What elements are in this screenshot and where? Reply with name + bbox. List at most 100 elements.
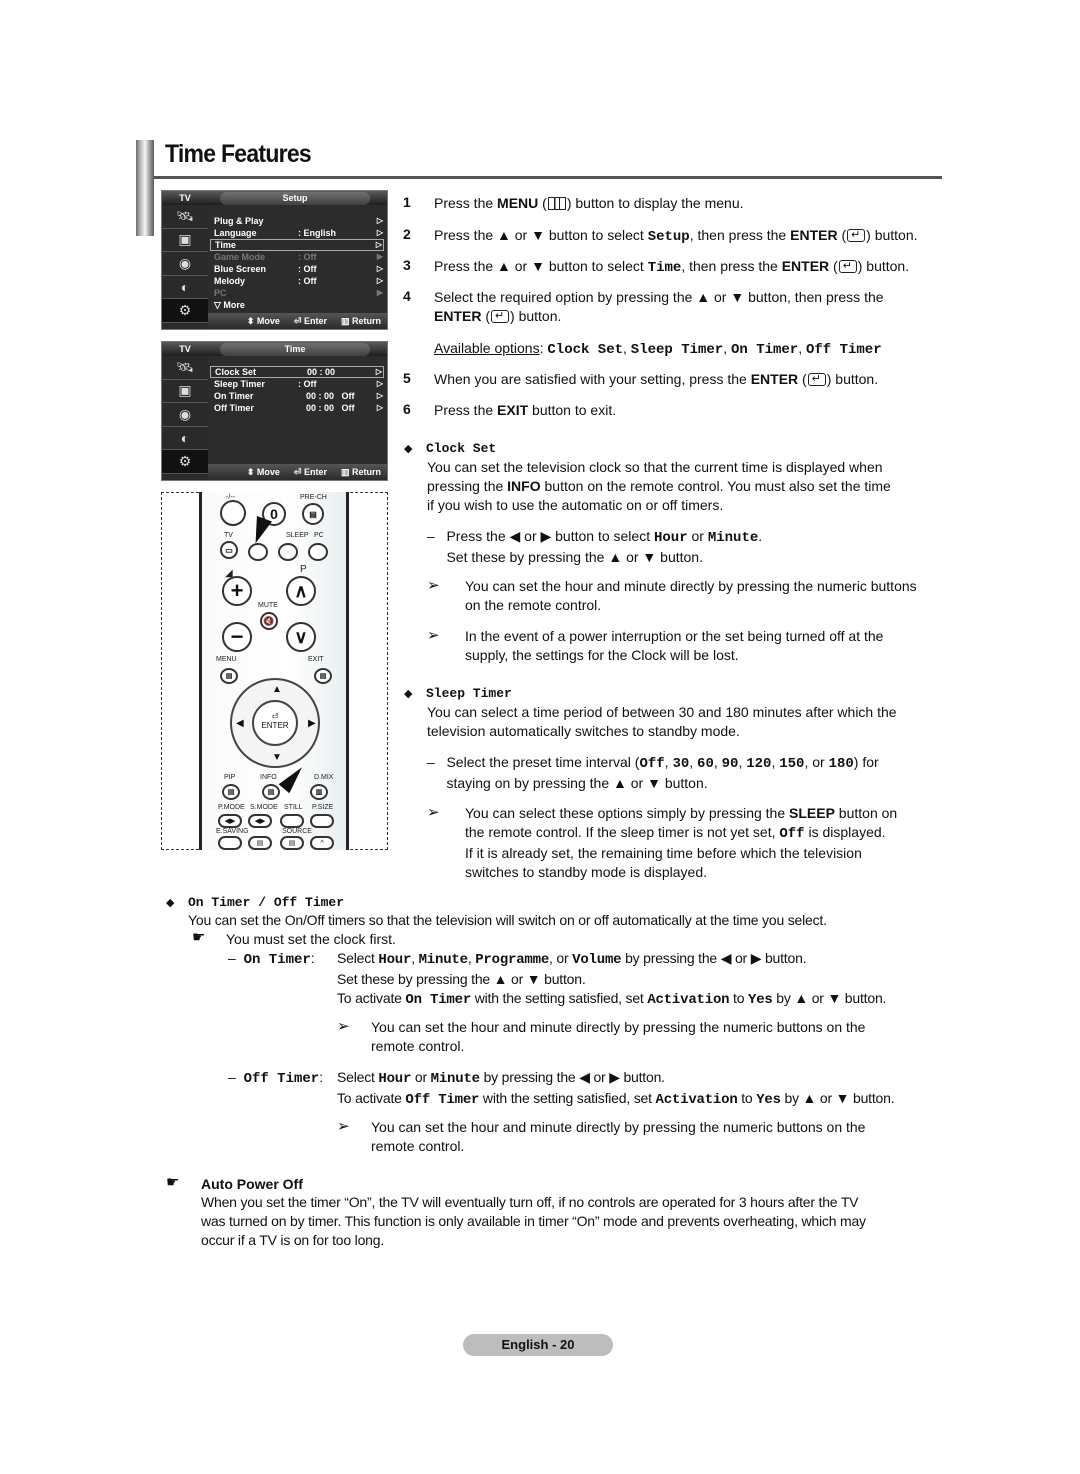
osd-tv-label: TV (179, 344, 191, 354)
info-button[interactable]: ▤ (262, 784, 280, 800)
on-off-timer-description: You can set the On/Off timers so that th… (188, 912, 827, 928)
picture-menu-icon[interactable]: 🛰 (162, 356, 208, 380)
osd-row-on-timer[interactable]: On Timer 00 : 00 Off ▷ (210, 390, 384, 402)
remote-body: -/-- 0 PRE-CH ▤ TV SLEEP PC ▭ ◢ P + ∧ MU… (199, 492, 349, 850)
sr-button[interactable] (248, 543, 268, 561)
p-size-button[interactable] (310, 814, 334, 828)
osd-row-time[interactable]: Time ▷ (210, 239, 384, 251)
available-options: Available options: Clock Set, Sleep Time… (434, 340, 882, 358)
osd-row-language[interactable]: Language: English ▷ (210, 227, 384, 239)
triangle-right-icon: ▶ (376, 252, 383, 261)
osd-row-melody[interactable]: Melody: Off ▷ (210, 275, 384, 287)
auto-power-off-description: When you set the timer “On”, the TV will… (201, 1194, 866, 1248)
up-arrow-button[interactable]: ▲ (272, 684, 282, 695)
clock-set-heading: ◆ Clock Set (404, 441, 497, 456)
osd-row-more[interactable]: ▽ More (210, 299, 384, 311)
navigation-pad: ▲ ▼ ◀ ▶ ⏎ ENTER (230, 678, 320, 768)
move-hint: ⬍ Move (246, 466, 280, 477)
triangle-right-icon: ▷ (376, 228, 383, 237)
channel-menu-icon[interactable]: ◉ (162, 252, 208, 276)
clock-set-note-1: You can set the hour and minute directly… (465, 578, 917, 613)
triangle-right-icon: ▷ (376, 403, 383, 412)
p-mode-button[interactable]: ◀▶ (218, 814, 242, 828)
setup-gear-icon[interactable]: ⚙ (162, 299, 208, 323)
osd-setup-menu: TV Setup 🛰 ▣ ◉ ◐ ⚙ Plug & Play ▷ Language… (161, 190, 388, 330)
enter-hint: ⏎ Enter (293, 466, 327, 477)
pointing-hand-icon: ☛ (166, 1174, 180, 1191)
return-hint: ▥ Return (340, 466, 381, 477)
off-timer-label: – Off Timer: (228, 1069, 324, 1087)
pc-button[interactable] (308, 543, 328, 561)
auto-power-off-heading: Auto Power Off (201, 1176, 303, 1192)
diamond-bullet-icon: ◆ (166, 897, 175, 909)
enter-button[interactable]: ⏎ ENTER (252, 700, 298, 746)
still-button[interactable] (280, 814, 304, 828)
osd-list: Clock Set 00 : 00 ▷ Sleep Timer: Off ▷ On T… (208, 356, 387, 464)
osd-menu-name: Setup (220, 192, 370, 205)
exit-button[interactable]: ▤ (314, 668, 332, 684)
enter-hint: ⏎ Enter (293, 315, 327, 326)
osd-footer: ⬍ Move ⏎ Enter ▥ Return (208, 313, 387, 329)
caret-button[interactable]: ^ (310, 836, 334, 850)
tv-button[interactable]: ▭ (220, 541, 238, 559)
sleep-button[interactable] (278, 543, 298, 561)
clock-set-instruction: – Press the ◀ or ▶ button to select Hour… (427, 528, 763, 565)
triangle-right-icon: ▷ (376, 379, 383, 388)
sleep-timer-note: You can select these options simply by p… (465, 805, 898, 880)
setup-gear-icon[interactable]: ⚙ (162, 450, 208, 474)
menu-button[interactable]: ▤ (220, 668, 238, 684)
menu-icon (547, 197, 566, 210)
note-arrow-icon: ➢ (427, 577, 440, 594)
volume-down-button[interactable]: − (222, 622, 252, 652)
picture-menu-icon[interactable]: 🛰 (162, 205, 208, 229)
pre-ch-button[interactable]: ▤ (302, 503, 324, 525)
s-mode-button[interactable]: ◀▶ (248, 814, 272, 828)
left-arrow-button[interactable]: ◀ (236, 718, 244, 729)
sound-menu-icon[interactable]: ▣ (162, 380, 208, 403)
osd-time-menu: TV Time 🛰 ▣ ◉ ◐ ⚙ Clock Set 00 : 00 ▷ Slee… (161, 341, 388, 481)
osd-row-plug-play[interactable]: Plug & Play ▷ (210, 215, 384, 227)
sound-menu-icon[interactable]: ▣ (162, 229, 208, 252)
note-arrow-icon: ➢ (337, 1118, 350, 1135)
osd-row-clock-set[interactable]: Clock Set 00 : 00 ▷ (210, 366, 384, 378)
triangle-right-icon: ▷ (376, 276, 383, 285)
down-arrow-button[interactable]: ▼ (272, 752, 282, 763)
volume-up-button[interactable]: + (222, 576, 252, 606)
enter-icon: ⏎ (271, 712, 279, 721)
osd-menu-name: Time (220, 343, 370, 356)
channel-menu-icon[interactable]: ◉ (162, 403, 208, 427)
osd-row-pc: PC ▶ (214, 288, 383, 298)
triangle-right-icon: ▷ (376, 391, 383, 400)
enter-icon (847, 226, 866, 245)
sleep-timer-description: You can select a time period of between … (427, 704, 897, 739)
clock-set-note-2: In the event of a power interruption or … (465, 628, 884, 663)
remote-illustration: -/-- 0 PRE-CH ▤ TV SLEEP PC ▭ ◢ P + ∧ MU… (161, 492, 388, 850)
triangle-right-icon: ▷ (376, 216, 383, 225)
on-off-timer-heading: ◆ On Timer / Off Timer (166, 895, 345, 910)
enter-icon (807, 370, 826, 389)
osd-header: TV Setup (162, 191, 387, 205)
channel-down-button[interactable]: ∨ (286, 622, 316, 652)
osd-header: TV Time (162, 342, 387, 356)
dash-button[interactable] (220, 500, 246, 526)
pip-button[interactable]: ▤ (222, 784, 240, 800)
off-timer-instructions: Select Hour or Minute by pressing the ◀ … (337, 1069, 895, 1108)
ttx-button[interactable]: ▤ (248, 836, 272, 850)
triangle-right-icon: ▷ (375, 367, 382, 376)
dmix-button[interactable]: ▥ (310, 784, 328, 800)
source-button[interactable]: ▤ (280, 836, 304, 850)
mute-button[interactable]: 🔇 (260, 612, 278, 630)
dish-menu-icon[interactable]: ◐ (162, 276, 208, 299)
dish-menu-icon[interactable]: ◐ (162, 427, 208, 450)
enter-icon (838, 257, 857, 276)
note-arrow-icon: ➢ (427, 804, 440, 821)
channel-up-button[interactable]: ∧ (286, 576, 316, 606)
off-timer-note: You can set the hour and minute directly… (371, 1119, 866, 1154)
osd-row-blue-screen[interactable]: Blue Screen: Off ▷ (210, 263, 384, 275)
osd-row-game-mode: Game Mode: Off ▶ (214, 252, 383, 262)
right-arrow-button[interactable]: ▶ (308, 718, 316, 729)
osd-row-sleep-timer[interactable]: Sleep Timer: Off ▷ (210, 378, 384, 390)
triangle-right-icon: ▶ (376, 288, 383, 297)
e-saving-button[interactable] (218, 836, 242, 850)
osd-row-off-timer[interactable]: Off Timer 00 : 00 Off ▷ (210, 402, 384, 414)
